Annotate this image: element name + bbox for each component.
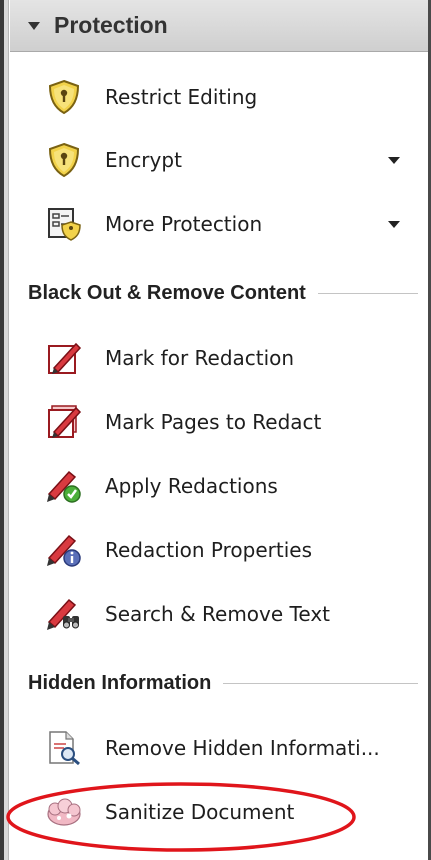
redaction-marker-icon — [44, 338, 84, 378]
more-protection-dropdown-arrow-icon[interactable] — [388, 220, 400, 228]
sanitize-document-label: Sanitize Document — [105, 800, 295, 824]
shield-key-icon — [44, 77, 84, 117]
protection-panel: Protection Restrict Editing Encrypt More… — [10, 0, 428, 860]
restrict-editing-item[interactable]: Restrict Editing — [10, 69, 428, 125]
panel-splitter[interactable] — [4, 0, 9, 860]
redaction-properties-label: Redaction Properties — [105, 538, 312, 562]
form-shield-icon — [44, 204, 84, 244]
redaction-properties-item[interactable]: Redaction Properties — [10, 522, 428, 578]
encrypt-dropdown-arrow-icon[interactable] — [388, 156, 400, 164]
encrypt-item[interactable]: Encrypt — [10, 132, 428, 188]
blackout-section-title: Black Out & Remove Content — [28, 281, 306, 304]
remove-hidden-information-item[interactable]: Remove Hidden Informati... — [10, 720, 428, 776]
encrypt-label: Encrypt — [105, 148, 182, 172]
search-remove-text-icon — [44, 594, 84, 634]
section-divider — [317, 292, 418, 294]
collapse-triangle-icon[interactable] — [28, 21, 40, 30]
protection-panel-header[interactable]: Protection — [10, 0, 428, 52]
mark-for-redaction-label: Mark for Redaction — [105, 346, 295, 370]
apply-redactions-icon — [44, 466, 84, 506]
apply-redactions-item[interactable]: Apply Redactions — [10, 458, 428, 514]
remove-hidden-information-label: Remove Hidden Informati... — [105, 736, 380, 760]
redaction-properties-icon — [44, 530, 84, 570]
section-divider — [223, 682, 418, 684]
search-remove-text-label: Search & Remove Text — [105, 602, 330, 626]
mark-pages-to-redact-item[interactable]: Mark Pages to Redact — [10, 394, 428, 450]
panel-title: Protection — [54, 12, 168, 38]
sanitize-document-icon — [44, 792, 84, 832]
remove-hidden-info-icon — [44, 728, 84, 768]
more-protection-label: More Protection — [105, 212, 263, 236]
more-protection-item[interactable]: More Protection — [10, 196, 428, 252]
hidden-info-section-title: Hidden Information — [28, 671, 212, 694]
mark-pages-to-redact-label: Mark Pages to Redact — [105, 410, 322, 434]
mark-for-redaction-item[interactable]: Mark for Redaction — [10, 330, 428, 386]
apply-redactions-label: Apply Redactions — [105, 474, 278, 498]
blackout-section-header: Black Out & Remove Content — [28, 278, 418, 308]
restrict-editing-label: Restrict Editing — [105, 85, 258, 109]
hidden-info-section-header: Hidden Information — [28, 668, 418, 698]
shield-key-icon — [44, 140, 84, 180]
redaction-pages-icon — [44, 402, 84, 442]
search-remove-text-item[interactable]: Search & Remove Text — [10, 586, 428, 642]
sanitize-document-item[interactable]: Sanitize Document — [10, 784, 428, 840]
